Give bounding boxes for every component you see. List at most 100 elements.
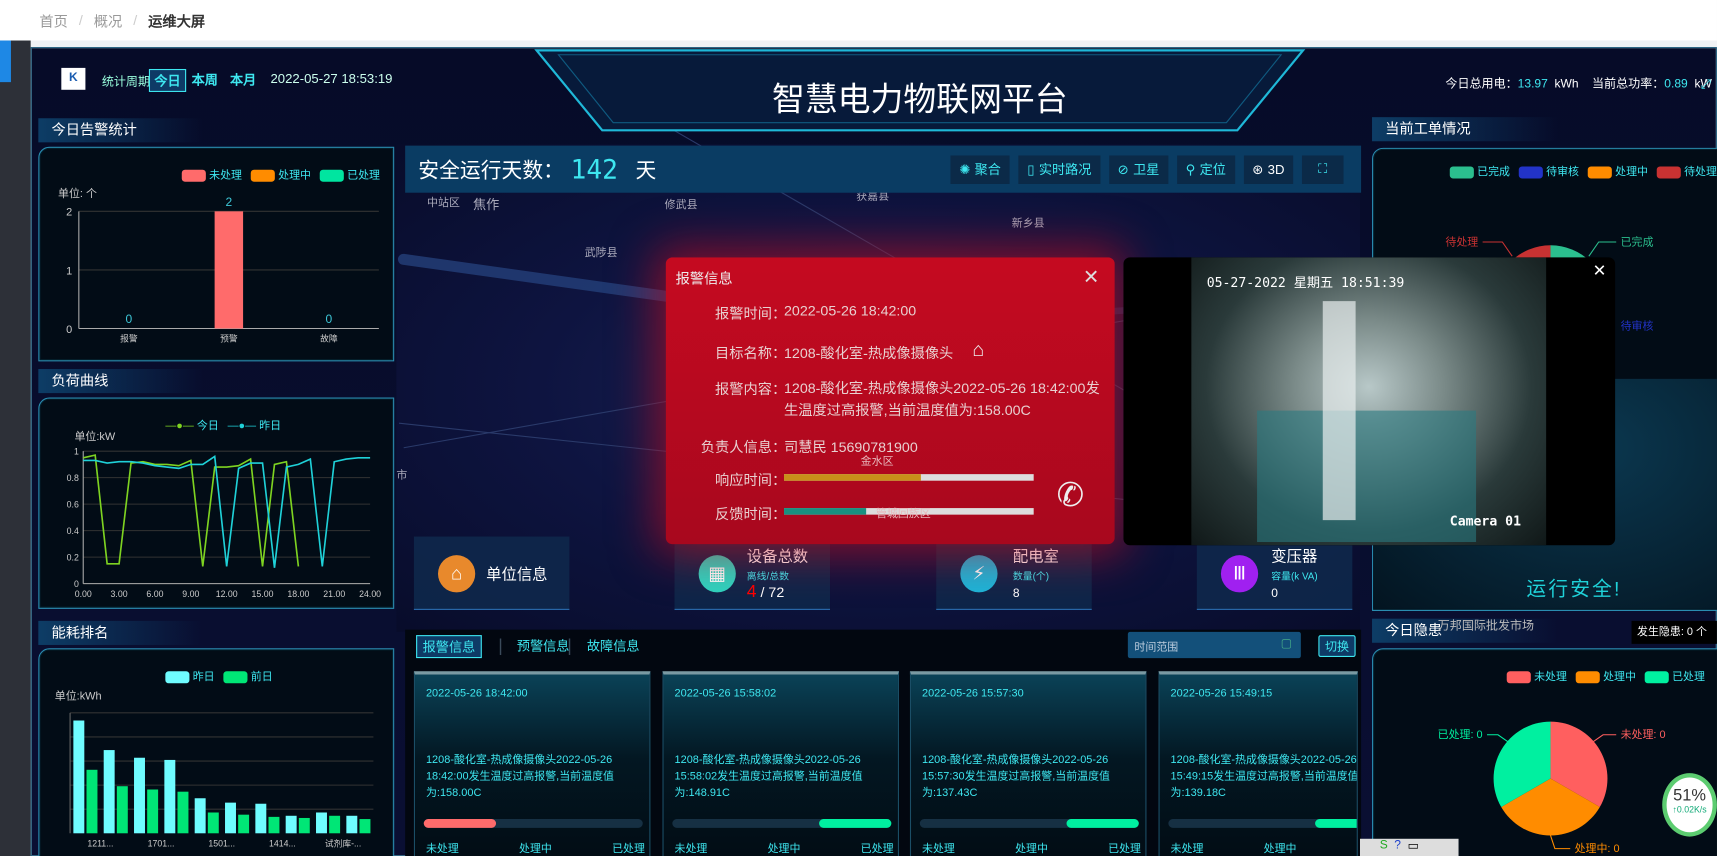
label-line: [1487, 734, 1510, 743]
device-icon: ▦: [698, 555, 736, 593]
status-labels: 未处理处理中已处理: [425, 843, 645, 856]
legend-item[interactable]: 已处理: [1644, 667, 1705, 683]
y-tick-label: 0: [74, 579, 79, 589]
alarm-card[interactable]: 2022-05-26 15:49:15 1208-酸化室-热成像摄像头2022-…: [1158, 671, 1358, 856]
app-icon[interactable]: S: [1380, 839, 1388, 856]
map-place: 市: [396, 469, 408, 482]
safety-label: 安全运行天数：: [418, 159, 564, 183]
alarm-card[interactable]: 2022-05-26 15:58:02 1208-酸化室-热成像摄像头2022-…: [662, 671, 899, 856]
x-tick-label: 18.00: [287, 589, 309, 599]
map-tool-3d[interactable]: ⊛ 3D: [1243, 154, 1294, 184]
alarm-bar-chart: 0 1 2 0 报警 2 预警 0 故障: [66, 195, 379, 344]
map-toolbar: ✺ 聚合 ▯ 实时路况 ⊘ 卫星 ⚲ 定位 ⊛ 3D ⛶: [950, 154, 1344, 184]
status-progress: [919, 819, 1139, 828]
label-line: [1591, 734, 1617, 743]
breadcrumb-home[interactable]: 首页: [39, 10, 67, 31]
alarm-card[interactable]: 2022-05-26 18:42:00 1208-酸化室-热成像摄像头2022-…: [413, 671, 651, 856]
field-label: 反馈时间：: [715, 505, 787, 523]
legend-item[interactable]: 处理中: [1587, 162, 1648, 178]
total-power-label: 当前总功率：: [1592, 77, 1665, 91]
switch-button[interactable]: 切换: [1318, 635, 1356, 657]
legend-item[interactable]: —●— 今日: [165, 416, 218, 432]
energy-summary: 今日总用电：13.97 kWh 当前总功率：0.89 kW: [1445, 74, 1711, 92]
energy-legend: 昨日 前日: [165, 667, 273, 683]
alarm-stats-legend: 未处理 处理中 已处理: [181, 165, 380, 182]
legend-item[interactable]: 处理中: [250, 165, 311, 182]
tab-fault[interactable]: 故障信息: [587, 636, 640, 655]
alarm-target: 1208-酸化室-热成像摄像头: [784, 344, 954, 362]
x-tick-label: 1701...: [148, 838, 175, 848]
hazards-pie: 未处理: 0 已处理: 0 处理中: 0: [1438, 721, 1666, 855]
map-tool-satellite[interactable]: ⊘ 卫星: [1108, 154, 1169, 184]
status-progress: [672, 819, 892, 828]
period-week[interactable]: 本周: [192, 70, 218, 89]
legend-item[interactable]: 前日: [223, 667, 273, 683]
period-month[interactable]: 本月: [230, 70, 256, 89]
alarm-popup: 报警信息 ✕ 报警时间： 2022-05-26 18:42:00 目标名称： 120…: [665, 257, 1115, 545]
close-icon[interactable]: ✕: [1593, 261, 1607, 281]
status-progress: [1168, 819, 1357, 828]
stat-card-devices[interactable]: ▦ 设备总数 离线/总数 4 / 72: [674, 536, 831, 610]
legend-item[interactable]: 已处理: [319, 165, 380, 182]
legend-item[interactable]: —●— 昨日: [228, 416, 281, 432]
phone-icon[interactable]: ✆: [1057, 476, 1085, 514]
legend-item[interactable]: 待处理: [1656, 162, 1717, 178]
x-tick-label: 15.00: [252, 589, 274, 599]
bar: [134, 757, 145, 834]
legend-item[interactable]: 处理中: [1575, 667, 1636, 683]
load-legend: —●— 今日 —●— 昨日: [165, 416, 281, 432]
time-range-input[interactable]: 时间范围 ▢: [1127, 631, 1301, 659]
field-label: 报警时间：: [715, 305, 787, 322]
legend-item[interactable]: 未处理: [1506, 667, 1567, 683]
load-line-chart: 0 0.2 0.4 0.6 0.8 1 0.00 3.00 6.00 9.00 12.00 15.00…: [67, 446, 382, 599]
map-tool-traffic[interactable]: ▯ 实时路况: [1018, 154, 1101, 184]
net-percent: 51%: [1673, 786, 1707, 805]
legend-item[interactable]: 昨日: [165, 667, 215, 683]
camera-feed[interactable]: [1191, 257, 1547, 546]
camera-icon[interactable]: ⌂: [972, 338, 984, 361]
stat-card-transformer[interactable]: Ⅲ 变压器 容量(k VA) 0: [1196, 536, 1353, 610]
breadcrumb-overview[interactable]: 概况: [94, 10, 122, 31]
traffic-icon: ▯: [1027, 161, 1035, 177]
x-tick-label: 试剂库-...: [325, 837, 361, 848]
bar: [73, 720, 85, 834]
label-line: [1482, 241, 1513, 257]
close-icon[interactable]: ✕: [1083, 266, 1100, 289]
stat-card-power-room[interactable]: ⚡ 配电室 数量(个) 8: [936, 536, 1092, 610]
slice-label: 待处理: [1445, 234, 1478, 248]
tray-icon[interactable]: ▭: [1408, 839, 1419, 856]
y-tick-label: 0.6: [67, 499, 79, 509]
tab-alarm[interactable]: 报警信息: [416, 635, 482, 659]
bar: [116, 786, 128, 834]
help-icon[interactable]: ?: [1394, 839, 1401, 856]
fullscreen-icon[interactable]: ⤢: [1701, 77, 1712, 93]
stat-title: 单位信息: [486, 565, 548, 583]
safety-bar: 安全运行天数： 142 天 ✺ 聚合 ▯ 实时路况 ⊘ 卫星 ⚲ 定位 ⊛ 3D ⛶: [405, 145, 1362, 193]
slice-label: 未处理: 0: [1621, 728, 1666, 741]
x-tick-label: 9.00: [182, 589, 199, 599]
alarm-content: 1208-酸化室-热成像摄像头2022-05-26 18:42:00发生温度过高…: [784, 379, 1100, 419]
legend-item[interactable]: 未处理: [181, 165, 242, 182]
stat-card-unit-info[interactable]: ⌂ 单位信息: [413, 536, 570, 610]
alarm-card[interactable]: 2022-05-26 15:57:30 1208-酸化室-热成像摄像头2022-…: [909, 671, 1147, 856]
camera-popup: 05-27-2022 星期五 18:51:39 Camera 01 ✕: [1123, 257, 1616, 546]
network-widget[interactable]: 51% ↑0.02K/s: [1662, 773, 1717, 837]
map-tool-map[interactable]: ⛶: [1301, 154, 1344, 184]
satellite-icon: ⊘: [1117, 161, 1129, 177]
alarm-stats-title: 今日告警统计: [38, 118, 203, 143]
map-tool-cluster[interactable]: ✺ 聚合: [950, 154, 1010, 184]
bar: [177, 791, 189, 834]
alarm-card-content: 1208-酸化室-热成像摄像头2022-05-26 18:42:00发生温度过高…: [425, 754, 614, 800]
bar: [346, 815, 358, 834]
legend-item[interactable]: 待审核: [1518, 162, 1579, 178]
calendar-icon: ▢: [1280, 637, 1293, 651]
period-today[interactable]: 今日: [148, 68, 187, 92]
status-labels: 未处理处理中已处理: [921, 843, 1141, 856]
status-progress: [423, 819, 643, 828]
tab-warning[interactable]: 预警信息: [517, 636, 570, 655]
map-tool-locate[interactable]: ⚲ 定位: [1176, 154, 1235, 184]
stat-sub: 数量(个): [1012, 570, 1050, 582]
alarm-time: 2022-05-26 18:42:00: [784, 302, 917, 319]
legend-item[interactable]: 已完成: [1449, 162, 1510, 178]
alarm-owner: 司慧民 15690781900: [784, 439, 918, 456]
